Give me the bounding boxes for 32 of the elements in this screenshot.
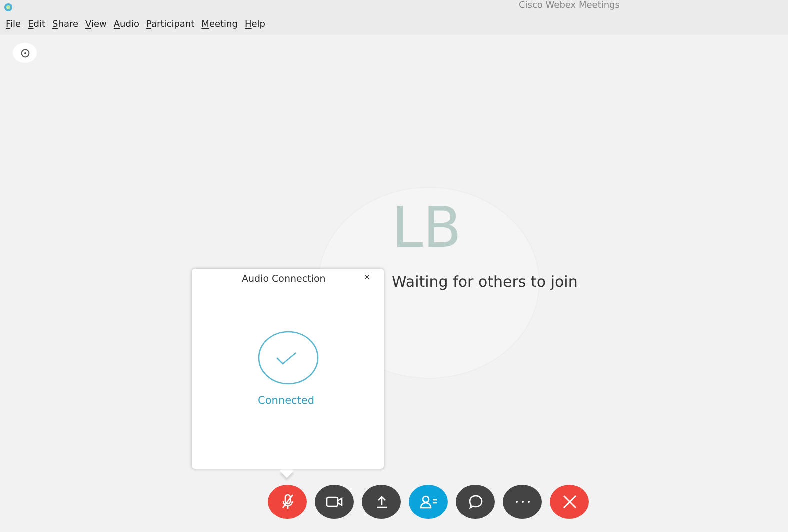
menu-item[interactable]: Edit [28, 20, 46, 30]
info-icon [20, 48, 30, 58]
menu-item[interactable]: Participant [146, 20, 195, 30]
avatar-initials: LB [392, 201, 462, 257]
chat-bubble-icon [468, 494, 484, 510]
close-button[interactable]: × [364, 272, 370, 284]
menu-item[interactable]: File [6, 20, 22, 30]
mute-button[interactable] [268, 485, 307, 519]
waiting-message: Waiting for others to join [392, 273, 578, 291]
check-circle-icon [258, 331, 319, 385]
chat-button[interactable] [456, 485, 495, 519]
app-logo-icon [4, 2, 13, 12]
more-icon [514, 500, 530, 504]
leave-button[interactable] [550, 485, 589, 519]
person-list-icon [420, 495, 438, 509]
video-camera-icon [326, 496, 344, 508]
info-button[interactable] [13, 43, 37, 63]
dialog-title: Audio Connection [242, 274, 326, 285]
menu-item[interactable]: View [86, 20, 107, 30]
muted-microphone-icon [280, 494, 294, 510]
menu-item[interactable]: Audio [114, 20, 140, 30]
close-icon [562, 495, 576, 509]
menu-item[interactable]: Help [244, 20, 266, 30]
menu-item[interactable]: Meeting [202, 20, 238, 30]
more-button[interactable] [503, 485, 542, 519]
menu-item[interactable]: Share [52, 20, 78, 30]
upload-icon [374, 495, 388, 509]
connection-status: Connected [258, 395, 315, 407]
video-button[interactable] [315, 485, 354, 519]
share-button[interactable] [362, 485, 401, 519]
participants-button[interactable] [409, 485, 448, 519]
window-title: Cisco Webex Meetings [519, 1, 620, 11]
